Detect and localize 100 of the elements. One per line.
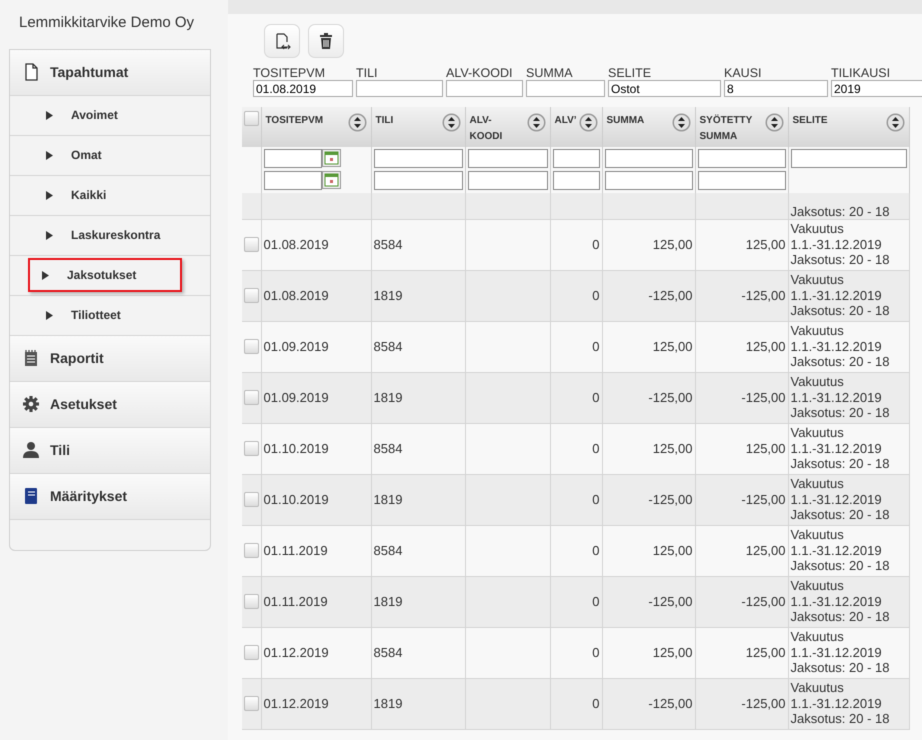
triangle-icon [42,270,49,280]
table-cell: 125,00 [746,338,786,354]
sort-icon[interactable] [578,113,598,132]
row-checkbox[interactable] [244,543,259,558]
calendar-icon[interactable] [322,149,340,167]
triangle-icon [46,230,53,240]
column-header: TOSITEPVM [266,114,324,128]
table-cell: 8584 [374,440,402,456]
filter-field[interactable] [468,171,548,190]
input-field[interactable]: 2019 [831,80,922,97]
input-field[interactable] [526,80,605,97]
input-field[interactable]: 01.08.2019 [253,80,353,97]
row-checkbox[interactable] [244,390,259,405]
table-cell: 0 [592,236,600,252]
table-cell-text: 1.1.-31.12.2019 [790,542,883,558]
sidebar-section[interactable]: Asetukset [10,382,210,428]
table-cell: 01.11.2019 [264,594,328,609]
sidebar-section[interactable]: Määritykset [10,474,210,520]
filter-field[interactable] [264,149,322,168]
sort-icon[interactable] [442,113,460,132]
table-cell: 01.08.2019 [264,288,329,303]
table-cell-text: Jaksotus: 20 - 18 [790,354,890,370]
input-field[interactable]: Ostot [608,80,721,97]
triangle-icon [46,110,53,120]
input-field[interactable]: 8 [724,80,828,97]
filter-field[interactable] [374,149,462,168]
table-cell-text: Vakuutus [790,425,845,441]
sidebar-item[interactable]: Omat [42,138,116,172]
table-cell: -125,00 [741,696,786,711]
table-cell: 1819 [374,288,402,303]
section-label: Tili [50,440,70,460]
table-cell-text: Vakuutus [790,221,845,237]
table-cell-text: Jaksotus: 20 - 18 [790,660,890,676]
table-cell: 125,00 [746,542,786,558]
column-header: ALV’ [554,114,577,128]
filter-field[interactable] [604,171,692,190]
table-cell: 8584 [374,338,402,354]
filter-field[interactable] [264,171,322,190]
section-label: Asetukset [50,394,117,414]
sort-icon[interactable] [764,113,784,132]
sidebar-section[interactable]: Tili [10,428,210,474]
filter-field[interactable] [604,149,692,168]
table-cell-text: Jaksotus: 20 - 18 [790,558,890,574]
sidebar-section[interactable]: Tapahtumat [10,50,210,96]
table-cell: 1819 [374,492,402,507]
field-label: TOSITEPVM [253,66,326,80]
triangle-icon [46,310,53,320]
column-header: SELITE [792,114,828,128]
select-all-checkbox[interactable] [244,111,259,126]
section-label: Tapahtumat [50,62,128,82]
table-cell-text: Vakuutus [790,272,845,288]
table-cell: 0 [592,288,600,303]
table-cell: 0 [592,440,600,456]
notepad-icon [22,349,40,367]
sort-icon[interactable] [672,113,690,132]
export-button[interactable] [264,24,300,58]
table-cell: 01.12.2019 [264,644,329,660]
input-field[interactable] [356,80,443,97]
sort-icon[interactable] [526,113,546,132]
table-cell-text: 1.1.-31.12.2019 [790,236,883,252]
table-cell: 125,00 [652,644,692,660]
filter-field[interactable] [698,149,786,168]
filter-field[interactable] [468,149,548,168]
row-checkbox[interactable] [244,645,259,660]
table-cell: 125,00 [652,236,692,252]
sort-icon[interactable] [348,113,366,132]
input-field[interactable] [446,80,523,97]
filter-field[interactable] [374,171,462,190]
row-checkbox[interactable] [244,441,259,456]
sort-icon[interactable] [886,113,904,132]
delete-button[interactable] [308,24,344,58]
sidebar-item[interactable]: Jaksotukset [28,258,182,292]
table-cell-text: Jaksotus: 20 - 18 [790,252,890,268]
row-checkbox[interactable] [244,237,259,252]
table-cell: -125,00 [741,288,786,303]
sidebar-item[interactable]: Avoimet [42,98,132,132]
row-checkbox[interactable] [244,492,259,507]
filter-field[interactable] [552,149,600,168]
table-cell: 1819 [374,390,402,405]
row-checkbox[interactable] [244,696,259,711]
calendar-icon[interactable] [322,171,340,189]
column-header: SYÖTETTY SUMMA [700,114,752,144]
filter-field[interactable] [790,149,906,168]
table-cell: 125,00 [652,338,692,354]
row-checkbox[interactable] [244,339,259,354]
table-cell: 125,00 [746,644,786,660]
field-label: TILIKAUSI [831,66,892,80]
row-checkbox[interactable] [244,594,259,609]
sidebar-item[interactable]: Kaikki [42,178,120,212]
sidebar-item[interactable]: Tiliotteet [42,298,135,332]
table-cell-text: Vakuutus [790,374,845,390]
filter-field[interactable] [698,171,786,190]
table-cell-text: Vakuutus [790,629,845,645]
sidebar-section[interactable]: Raportit [10,336,210,382]
sidebar-item[interactable]: Laskureskontra [42,218,174,252]
triangle-icon [46,190,53,200]
filter-field[interactable] [552,171,600,190]
row-checkbox[interactable] [244,288,259,303]
column-header: TILI [376,114,394,128]
table-cell-text: 1.1.-31.12.2019 [790,440,883,456]
